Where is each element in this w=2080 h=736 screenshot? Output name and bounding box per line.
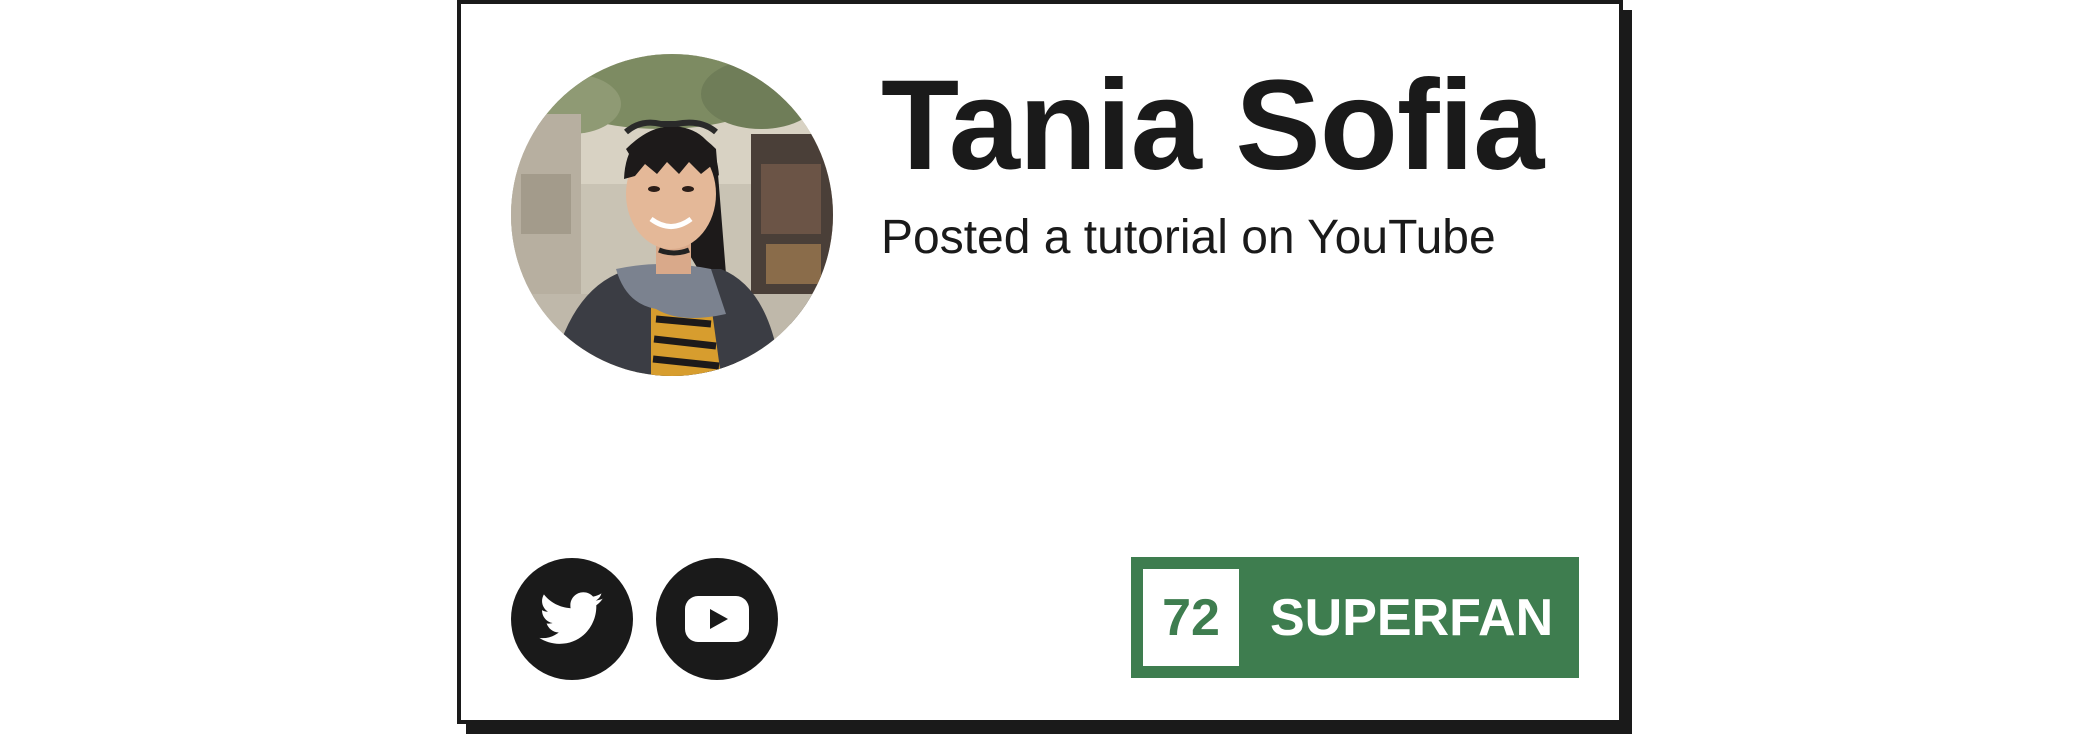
avatar: [511, 54, 833, 376]
badge-score: 72: [1143, 569, 1239, 666]
stage: Tania Sofia Posted a tutorial on YouTube…: [0, 0, 2080, 736]
profile-card: Tania Sofia Posted a tutorial on YouTube…: [457, 0, 1623, 724]
twitter-icon: [539, 592, 604, 644]
badge-label: SUPERFAN: [1270, 588, 1554, 647]
superfan-badge: 72 SUPERFAN: [1131, 557, 1579, 678]
youtube-icon: [685, 596, 749, 642]
profile-name: Tania Sofia: [881, 54, 1544, 197]
youtube-button[interactable]: [656, 558, 778, 680]
activity-text: Posted a tutorial on YouTube: [881, 211, 1496, 264]
twitter-button[interactable]: [511, 558, 633, 680]
